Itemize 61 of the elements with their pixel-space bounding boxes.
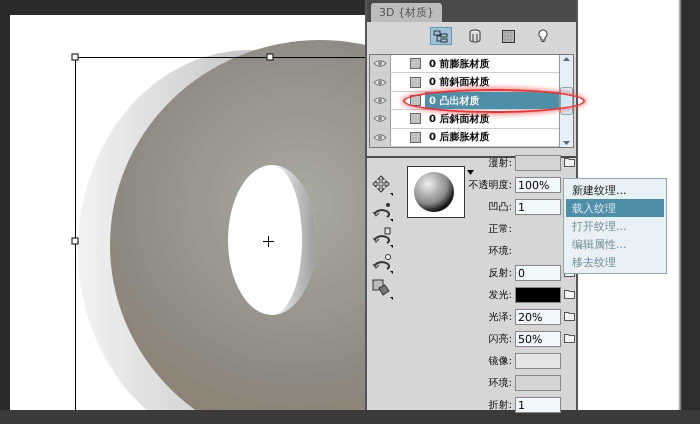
move-arrows-icon[interactable]: [371, 174, 393, 196]
folder-icon[interactable]: [564, 156, 575, 167]
view-tab[interactable]: [430, 27, 452, 45]
property-label: 闪亮:: [488, 332, 512, 346]
material-preview[interactable]: [407, 166, 465, 218]
property-label: 环境:: [488, 376, 512, 390]
material-swatch-icon: [410, 58, 420, 70]
value-field[interactable]: 20%: [515, 309, 561, 325]
folder-icon[interactable]: [564, 310, 575, 321]
material-item[interactable]: 0 凸出材质: [425, 92, 559, 110]
property-label: 镜像:: [488, 354, 512, 368]
rotate-light-icon[interactable]: [371, 252, 393, 274]
material-item[interactable]: 0 前斜面材质: [425, 73, 559, 91]
material-swatch-icon: [410, 132, 420, 143]
folder-icon[interactable]: [564, 332, 575, 343]
rotate-mesh-icon[interactable]: [371, 226, 393, 248]
color-swatch[interactable]: [515, 287, 561, 303]
transform-handle[interactable]: [72, 238, 78, 244]
dropdown-caret-icon[interactable]: [467, 170, 474, 175]
value-field[interactable]: 0: [515, 265, 561, 281]
property-label: 不透明度:: [468, 178, 512, 192]
panel-tab[interactable]: 3D {材质}: [371, 3, 442, 22]
property-label: 环境:: [488, 244, 512, 258]
scroll-up-icon[interactable]: [562, 55, 571, 63]
color-swatch[interactable]: [515, 375, 561, 391]
property-label: 反射:: [488, 266, 512, 280]
material-swatch-icon: [410, 76, 420, 88]
crosshair-icon: [262, 236, 274, 248]
property-label: 折射:: [488, 398, 512, 412]
eye-icon[interactable]: [373, 59, 387, 68]
property-label: 光泽:: [488, 310, 512, 324]
eye-icon[interactable]: [373, 114, 387, 124]
transform-handle[interactable]: [266, 54, 274, 60]
property-label: 漫射:: [488, 156, 512, 170]
material-swatch-icon: [410, 113, 420, 124]
menu-item[interactable]: 新建纹理...: [566, 181, 664, 199]
material-item[interactable]: 0 后斜面材质: [425, 110, 559, 128]
value-field[interactable]: 50%: [515, 331, 561, 347]
value-field[interactable]: 100%: [515, 177, 561, 193]
grid-square-icon: [502, 30, 515, 42]
scrollbar[interactable]: [559, 55, 573, 147]
value-field[interactable]: 1: [515, 199, 561, 215]
rotate-tool-icon[interactable]: [371, 200, 393, 222]
transform-handle[interactable]: [72, 54, 78, 60]
eye-icon[interactable]: [373, 78, 387, 87]
eye-icon[interactable]: [373, 96, 387, 106]
property-label: 发光:: [488, 288, 512, 302]
color-swatch[interactable]: [515, 155, 561, 171]
value-field[interactable]: 1: [515, 397, 561, 413]
material-swatch-icon: [410, 95, 420, 106]
folder-icon[interactable]: [564, 288, 575, 299]
property-label: 凹凸:: [488, 201, 512, 214]
eye-icon[interactable]: [373, 132, 387, 142]
cylinder-icon: [468, 29, 480, 43]
property-label: 正常:: [488, 222, 512, 236]
color-swatch[interactable]: [515, 353, 561, 369]
material-item[interactable]: 0 前膨胀材质: [425, 55, 559, 72]
scroll-down-icon[interactable]: [562, 139, 571, 147]
scene-tree-icon: [432, 30, 448, 42]
material-item[interactable]: 0 后膨胀材质: [425, 128, 559, 146]
light-bulb-icon: [538, 29, 548, 43]
